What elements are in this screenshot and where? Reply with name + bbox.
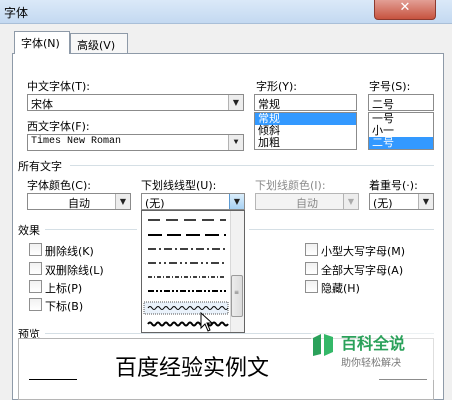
subscript-label: 下标(B) [45, 300, 84, 313]
size-list[interactable]: 一号 小一 二号 [368, 112, 434, 150]
superscript-label: 上标(P) [45, 282, 83, 295]
emphasis-label: 着重号(·): [369, 179, 418, 192]
close-button[interactable]: ✕ [374, 0, 436, 20]
close-icon: ✕ [399, 0, 411, 15]
chinese-font-label: 中文字体(T): [27, 80, 91, 93]
size-input[interactable]: 二号 [368, 94, 434, 111]
preview-text: 百度经验实例文 [115, 356, 270, 381]
chevron-down-icon[interactable]: ▼ [115, 194, 130, 209]
strikethrough-checkbox[interactable] [29, 243, 42, 256]
scrollbar-thumb[interactable] [231, 275, 243, 317]
style-input[interactable]: 常规 [254, 94, 357, 111]
section-divider [45, 229, 137, 230]
western-font-select[interactable]: Times New Roman ▼ [27, 134, 244, 151]
small-caps-checkbox[interactable] [305, 243, 318, 256]
double-strikethrough-label: 双删除线(L) [45, 264, 104, 277]
underline-color-value: 自动 [296, 197, 318, 210]
size-label: 字号(S): [369, 80, 411, 93]
underline-type-select[interactable]: (无) ▼ [141, 193, 245, 210]
underline-styles-icon [143, 219, 229, 327]
tab-advanced[interactable]: 高级(V) [70, 33, 128, 53]
all-caps-label: 全部大写字母(A) [321, 264, 404, 277]
section-divider [249, 229, 434, 230]
chevron-down-icon[interactable]: ▼ [228, 95, 243, 110]
double-strikethrough-checkbox[interactable] [29, 262, 42, 275]
list-item[interactable]: 二号 [369, 137, 433, 149]
grip-icon: ≡ [234, 289, 240, 296]
style-label: 字形(Y): [256, 80, 298, 93]
window-title: 字体 [4, 6, 29, 20]
chevron-down-icon[interactable]: ▼ [228, 135, 243, 150]
underline-type-dropdown[interactable]: ≡ [141, 210, 245, 333]
font-color-value: 自动 [68, 197, 90, 210]
chevron-down-icon[interactable]: ▼ [418, 194, 433, 209]
watermark-title: 百科全说 [341, 334, 406, 353]
watermark-subtitle: 助你轻松解决 [341, 358, 401, 369]
watermark-logo-icon [313, 334, 333, 356]
chevron-down-icon: ▼ [343, 194, 358, 209]
tab-font-label: 字体(N) [21, 37, 60, 50]
western-font-value: Times New Roman [31, 136, 122, 147]
tab-advanced-label: 高级(V) [77, 39, 116, 52]
hidden-label: 隐藏(H) [321, 282, 360, 295]
tab-font[interactable]: 字体(N) [14, 31, 70, 54]
preview-underline-left [29, 379, 77, 380]
style-value: 常规 [258, 98, 280, 111]
all-caps-checkbox[interactable] [305, 262, 318, 275]
superscript-checkbox[interactable] [29, 280, 42, 293]
strikethrough-label: 删除线(K) [45, 245, 94, 258]
emphasis-value: (无) [373, 197, 393, 210]
emphasis-select[interactable]: (无) ▼ [369, 193, 434, 210]
cursor-icon [200, 312, 214, 332]
size-value: 二号 [372, 98, 394, 111]
section-divider [70, 165, 434, 166]
chevron-down-icon[interactable]: ▼ [229, 194, 244, 209]
all-text-heading: 所有文字 [18, 160, 62, 173]
underline-color-select: 自动 ▼ [255, 193, 359, 210]
underline-type-value: (无) [145, 197, 165, 210]
underline-type-label: 下划线线型(U): [141, 179, 217, 192]
chinese-font-select[interactable]: 宋体 ▼ [27, 94, 244, 111]
font-color-label: 字体颜色(C): [27, 179, 91, 192]
style-list[interactable]: 常规 倾斜 加粗 [254, 112, 357, 150]
underline-color-label: 下划线颜色(I): [255, 179, 326, 192]
small-caps-label: 小型大写字母(M) [321, 245, 406, 258]
chinese-font-value: 宋体 [31, 98, 53, 111]
font-color-select[interactable]: 自动 ▼ [27, 193, 131, 210]
effects-heading: 效果 [18, 224, 40, 237]
hidden-checkbox[interactable] [305, 280, 318, 293]
watermark: 百科全说 助你轻松解决 [311, 328, 439, 380]
subscript-checkbox[interactable] [29, 298, 42, 311]
list-item[interactable]: 加粗 [255, 137, 356, 149]
western-font-label: 西文字体(F): [27, 120, 90, 133]
